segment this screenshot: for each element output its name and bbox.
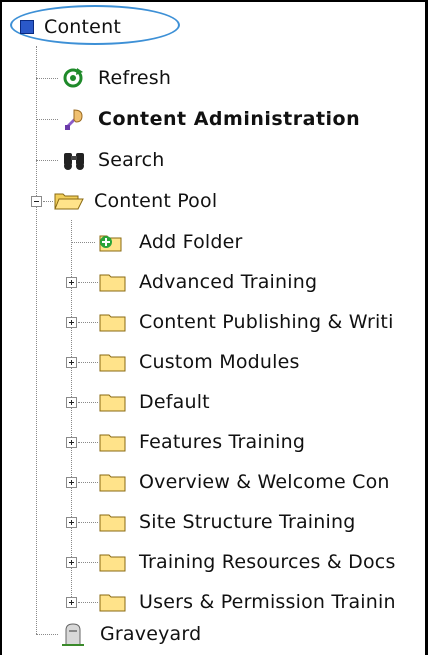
tree-item-label: Default: [139, 391, 210, 413]
expand-toggle[interactable]: [66, 397, 77, 408]
tree-root-content[interactable]: Content: [20, 13, 121, 41]
tree-connector: [36, 160, 58, 161]
tree-connector: [78, 562, 98, 563]
tree-item-folder[interactable]: Advanced Training: [99, 264, 317, 300]
tree-connector: [78, 442, 98, 443]
folder-icon: [99, 514, 126, 532]
binoculars-icon: [64, 153, 84, 170]
tombstone-icon: [62, 623, 84, 646]
tree-connector: [71, 242, 95, 243]
tree-connector: [78, 522, 98, 523]
expand-toggle[interactable]: [66, 517, 77, 528]
expand-toggle[interactable]: [66, 277, 77, 288]
collapse-toggle[interactable]: [31, 196, 42, 207]
tree-item-label: Custom Modules: [139, 351, 300, 373]
tree-connector: [43, 201, 53, 202]
folder-icon: [99, 434, 126, 452]
tree-item-label: Content Administration: [98, 108, 361, 130]
tree-connector: [78, 322, 98, 323]
expand-toggle[interactable]: [66, 357, 77, 368]
tree-item-folder[interactable]: Overview & Welcome Con: [99, 464, 390, 500]
folder-icon: [99, 394, 126, 412]
tree-connector: [78, 602, 98, 603]
tree-item-label: Refresh: [98, 67, 172, 89]
folder-icon: [99, 314, 126, 332]
tree-item-folder[interactable]: Users & Permission Trainin: [99, 584, 396, 620]
tree-item-label: Advanced Training: [139, 271, 318, 293]
tree-item-label: Overview & Welcome Con: [139, 471, 390, 493]
tree-item-label: Site Structure Training: [139, 511, 356, 533]
expand-toggle[interactable]: [66, 557, 77, 568]
tree-item-label: Training Resources & Docs: [139, 551, 396, 573]
add-folder-icon: [99, 235, 122, 252]
tree-item-add-folder[interactable]: Add Folder: [97, 224, 243, 260]
tree-item-folder[interactable]: Content Publishing & Writi: [99, 304, 394, 340]
tree-item-folder[interactable]: Features Training: [99, 424, 305, 460]
tree-item-label: Features Training: [139, 431, 306, 453]
folder-icon: [99, 554, 126, 572]
tree-item-folder[interactable]: Default: [99, 384, 210, 420]
tree-connector: [78, 402, 98, 403]
tree-item-content-pool[interactable]: Content Pool: [54, 183, 217, 219]
root-square-icon: [20, 20, 34, 34]
content-tree-panel: Content Refresh Content Administration S…: [0, 0, 428, 655]
folder-icon: [99, 274, 126, 292]
tree-item-label: Search: [98, 149, 165, 171]
tree-connector: [78, 482, 98, 483]
tree-item-folder[interactable]: Training Resources & Docs: [99, 544, 396, 580]
tree-item-content-administration[interactable]: Content Administration: [62, 101, 360, 137]
tree-item-search[interactable]: Search: [62, 142, 164, 178]
tree-item-folder[interactable]: Custom Modules: [99, 344, 300, 380]
administration-icon: [65, 109, 83, 130]
tree-item-label: Content Publishing & Writi: [139, 311, 394, 333]
folder-icon: [99, 474, 126, 492]
tree-connector: [36, 634, 58, 635]
open-folder-icon: [54, 193, 84, 210]
root-label: Content: [44, 16, 121, 38]
tree-connector: [36, 119, 58, 120]
tree-item-label: Graveyard: [100, 623, 202, 645]
tree-item-graveyard[interactable]: Graveyard: [60, 616, 201, 652]
tree-connector: [36, 78, 58, 79]
tree-connector: [78, 282, 98, 283]
tree-item-refresh[interactable]: Refresh: [62, 60, 171, 96]
expand-toggle[interactable]: [66, 437, 77, 448]
tree-item-label: Users & Permission Trainin: [139, 591, 396, 613]
tree-item-label: Add Folder: [139, 231, 243, 253]
tree-item-label: Content Pool: [94, 190, 218, 212]
expand-toggle[interactable]: [66, 477, 77, 488]
expand-toggle[interactable]: [66, 597, 77, 608]
tree-item-folder[interactable]: Site Structure Training: [99, 504, 356, 540]
refresh-icon: [63, 68, 83, 88]
expand-toggle[interactable]: [66, 317, 77, 328]
tree-connector-trunk: [36, 46, 37, 634]
folder-icon: [99, 594, 126, 612]
tree-connector: [78, 362, 98, 363]
folder-icon: [99, 354, 126, 372]
